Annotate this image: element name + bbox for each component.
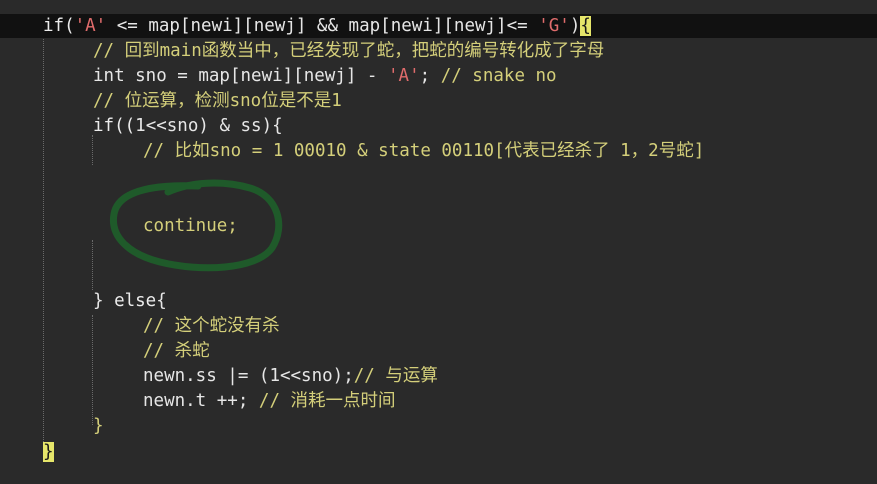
code-editor[interactable]: if('A' <= map[newi][newj] && map[newi][n… <box>0 0 877 484</box>
hand-drawn-circle-annotation <box>109 179 283 272</box>
